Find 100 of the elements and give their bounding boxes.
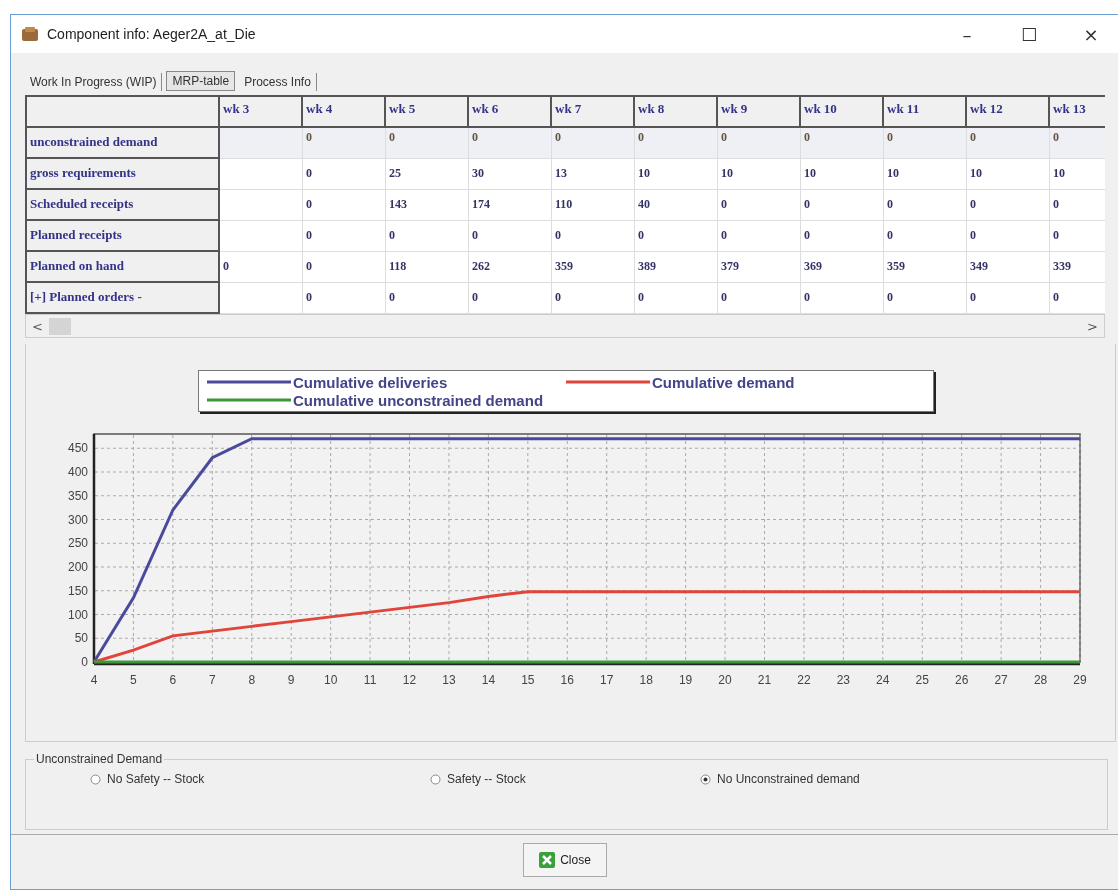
table-cell: 0: [801, 190, 884, 221]
x-tick-label: 10: [323, 673, 338, 687]
x-tick-label: 21: [757, 673, 772, 687]
table-cell: 0: [718, 190, 801, 221]
row-header: gross requirements: [27, 159, 220, 190]
radio-label: No Unconstrained demand: [717, 772, 860, 786]
table-cell: 0: [801, 128, 884, 159]
y-tick-label: 0: [81, 655, 88, 669]
table-cell: 10: [801, 159, 884, 190]
table-cell: 0: [303, 221, 386, 252]
table-cell: 0: [884, 128, 967, 159]
column-header: wk 13: [1050, 95, 1105, 128]
row-header: Planned receipts: [27, 221, 220, 252]
table-cell: 0: [386, 283, 469, 314]
table-cell: 0: [1050, 190, 1105, 221]
table-cell: 0: [967, 221, 1050, 252]
y-tick-label: 250: [67, 536, 88, 551]
column-header: wk 10: [801, 95, 884, 128]
legend-line-icon: [207, 397, 291, 403]
row-header: unconstrained demand: [27, 128, 220, 159]
scroll-thumb[interactable]: [48, 317, 71, 335]
y-tick-label: 50: [74, 631, 88, 646]
table-cell: 25: [386, 159, 469, 190]
table-cell: 0: [303, 190, 386, 221]
table-cell: 0: [469, 221, 552, 252]
tab[interactable]: Process Info: [239, 73, 317, 91]
column-header: wk 8: [635, 95, 718, 128]
y-tick-label: 150: [67, 583, 88, 598]
y-tick-label: 400: [67, 465, 88, 479]
table-cell: 0: [552, 221, 635, 252]
table-cell: 389: [635, 252, 718, 283]
radio-button[interactable]: [700, 773, 711, 785]
table-cell: 40: [635, 190, 718, 221]
column-header: wk 5: [386, 95, 469, 128]
x-tick-label: 27: [994, 673, 1008, 687]
legend-label: Cumulative demand: [652, 373, 795, 391]
table-cell: 10: [635, 159, 718, 190]
scroll-left-button[interactable]: <: [32, 318, 43, 334]
tab[interactable]: Work In Progress (WIP): [25, 73, 163, 91]
radio-label: Safety -- Stock: [447, 772, 526, 786]
table-cell: 0: [635, 128, 718, 159]
close-button[interactable]: ×: [1064, 15, 1118, 53]
radio-button[interactable]: [430, 773, 441, 785]
column-header: wk 11: [884, 95, 967, 128]
radio-button[interactable]: [90, 773, 101, 785]
x-tick-label: 19: [678, 673, 693, 687]
x-tick-label: 20: [718, 673, 732, 687]
table-cell: 174: [469, 190, 552, 221]
window-title: Component info: Aeger2A_at_Die: [47, 26, 257, 42]
y-tick-label: 450: [67, 441, 88, 456]
minimize-button[interactable]: –: [940, 15, 994, 53]
table-cell: 0: [1050, 221, 1105, 252]
table-cell: 359: [552, 252, 635, 283]
y-tick-label: 300: [67, 512, 88, 527]
table-cell: 0: [635, 283, 718, 314]
scroll-right-button[interactable]: >: [1087, 318, 1098, 334]
x-tick-label: 15: [521, 673, 535, 687]
horizontal-scrollbar[interactable]: < >: [25, 314, 1105, 338]
x-tick-label: 28: [1033, 673, 1048, 687]
table-cell: 143: [386, 190, 469, 221]
row-header: [+] Planned orders -: [27, 283, 220, 314]
table-cell: 0: [635, 221, 718, 252]
table-cell: 0: [801, 221, 884, 252]
x-tick-label: 11: [363, 673, 377, 687]
x-tick-label: 8: [248, 673, 256, 687]
x-tick-label: 5: [130, 673, 137, 687]
x-tick-label: 22: [797, 673, 811, 687]
table-cell: 0: [220, 252, 303, 283]
x-tick-label: 9: [287, 673, 295, 687]
legend-label: Cumulative deliveries: [293, 373, 448, 391]
x-tick-label: 26: [955, 673, 969, 687]
x-tick-label: 16: [560, 673, 574, 687]
group-title: Unconstrained Demand: [35, 752, 164, 766]
x-tick-label: 6: [169, 673, 177, 687]
table-cell: 0: [884, 190, 967, 221]
table-cell: 10: [718, 159, 801, 190]
legend-label: Cumulative unconstrained demand: [293, 391, 544, 409]
table-cell: 0: [303, 283, 386, 314]
table-cell: 0: [386, 221, 469, 252]
close-dialog-button[interactable]: Close: [522, 843, 607, 877]
table-cell: 0: [386, 128, 469, 159]
table-cell: 110: [552, 190, 635, 221]
x-tick-label: 18: [639, 673, 653, 687]
column-header: wk 3: [220, 95, 303, 128]
table-cell: 0: [1050, 283, 1105, 314]
table-cell: 0: [718, 221, 801, 252]
x-tick-label: 13: [442, 673, 456, 687]
table-cell: 118: [386, 252, 469, 283]
x-tick-label: 23: [836, 673, 851, 687]
y-tick-label: 100: [67, 607, 88, 622]
table-cell: 262: [469, 252, 552, 283]
table-cell: 349: [967, 252, 1050, 283]
table-cell: 0: [1050, 128, 1105, 159]
maximize-button[interactable]: ☐: [1002, 15, 1056, 53]
x-tick-label: 24: [876, 673, 890, 687]
radio-label: No Safety -- Stock: [107, 772, 205, 786]
table-cell: 379: [718, 252, 801, 283]
column-header: wk 9: [718, 95, 801, 128]
table-cell: 0: [884, 221, 967, 252]
tab[interactable]: MRP-table: [166, 71, 236, 91]
